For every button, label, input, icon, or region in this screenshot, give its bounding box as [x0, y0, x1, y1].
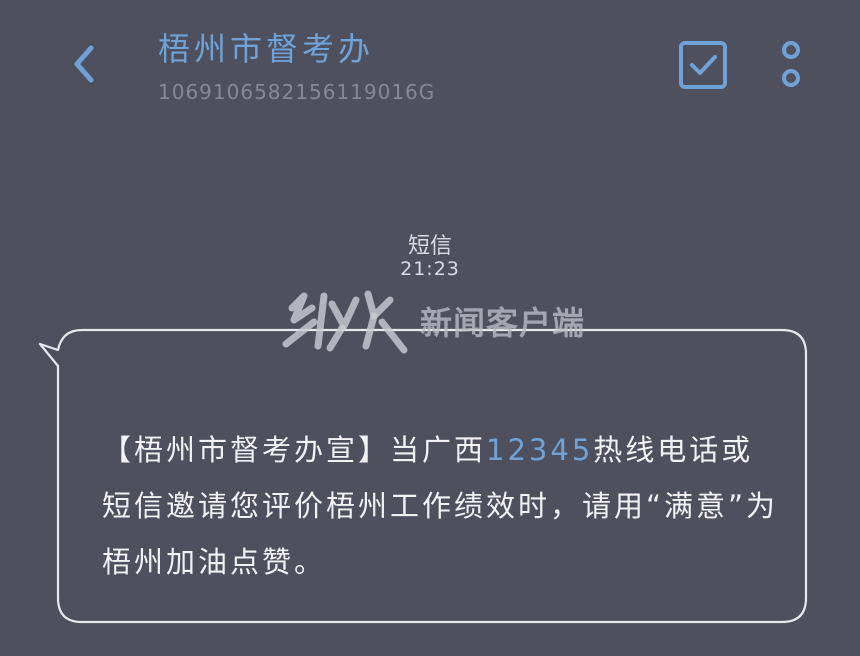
hotline-number-link[interactable]: 12345 — [486, 433, 593, 467]
contact-name: 梧州市督考办 — [158, 30, 375, 68]
message-text: 【梧州市督考办宣】当广西12345热线电话或短信邀请您评价梧州工作绩效时，请用“… — [102, 422, 782, 590]
chevron-left-icon — [74, 45, 94, 83]
message-text-part1: 【梧州市督考办宣】当广西 — [102, 433, 487, 467]
message-timestamp: 21:23 — [400, 258, 460, 280]
more-vertical-icon — [782, 41, 800, 87]
news-client-watermark: 新闻客户端 — [278, 286, 588, 356]
message-type-label: 短信 — [407, 234, 452, 259]
more-options-button[interactable] — [770, 38, 812, 92]
sms-conversation-screen: 梧州市督考办 1069106582156119016G 短信 21:23 【梧州… — [0, 0, 860, 656]
select-messages-button[interactable] — [676, 38, 730, 92]
watermark-text: 新闻客户端 — [420, 304, 586, 342]
back-button[interactable] — [60, 40, 108, 88]
contact-number: 1069106582156119016G — [158, 80, 436, 104]
message-bubble[interactable]: 【梧州市督考办宣】当广西12345热线电话或短信邀请您评价梧州工作绩效时，请用“… — [38, 328, 810, 626]
checkbox-icon — [679, 41, 727, 89]
brand-logo-icon — [282, 290, 408, 354]
